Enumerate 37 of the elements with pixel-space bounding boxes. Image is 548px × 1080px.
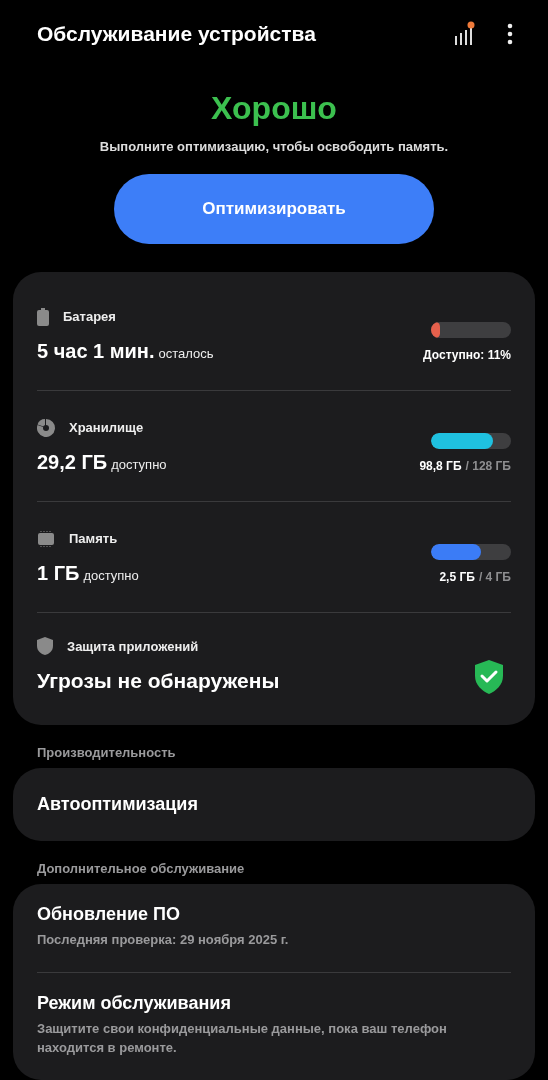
value-text: 1 ГБ: [37, 561, 80, 585]
pie-chart-icon: [37, 418, 55, 437]
value-suffix: осталось: [158, 345, 214, 361]
section-label: Батарея: [63, 309, 116, 325]
section-label: Хранилище: [69, 420, 144, 436]
status-text: Хорошо: [211, 90, 337, 128]
list-item[interactable]: Автооптимизация: [37, 768, 511, 842]
chip-icon: [37, 529, 55, 548]
item-subtitle: Последняя проверка: 29 ноября 2025 г.: [37, 931, 290, 950]
list-item[interactable]: Режим обслуживания Защитите свои конфиденциальные данные, пока ваш телефон находится в ремонте.: [37, 972, 511, 1080]
value-suffix: доступно: [83, 567, 139, 583]
item-title: Режим обслуживания: [37, 993, 232, 1015]
item-subtitle: Защитите свои конфиденциальные данные, пока ваш телефон находится в ремонте.: [37, 1020, 448, 1058]
battery-icon: [37, 307, 49, 326]
section-header: Дополнительное обслуживание: [36, 860, 246, 879]
section-header: Производительность: [36, 744, 177, 763]
total-amount: / 4 ГБ: [478, 570, 511, 585]
value-text: 5 час 1 мин.: [37, 339, 155, 363]
used-amount: 2,5 ГБ: [439, 570, 475, 585]
shield-check-icon: [475, 660, 503, 695]
reading-text: Доступно: 11%: [423, 348, 511, 363]
section-label: Память: [69, 531, 118, 547]
list-item[interactable]: Обновление ПО Последняя проверка: 29 ноября 2025 г.: [37, 884, 511, 973]
shield-icon: [37, 637, 53, 656]
signal-bars-icon[interactable]: [453, 21, 477, 48]
status-message: Выполните оптимизацию, чтобы освободить память.: [99, 139, 449, 155]
item-title: Автооптимизация: [37, 794, 199, 816]
value-text: Угрозы не обнаружены: [37, 669, 280, 694]
used-amount: 98,8 ГБ: [419, 459, 462, 474]
optimize-button[interactable]: Оптимизировать: [114, 174, 434, 245]
screen-title: Обслуживание устройства: [37, 22, 316, 47]
total-amount: / 128 ГБ: [465, 459, 511, 474]
item-title: Обновление ПО: [37, 904, 181, 926]
value-suffix: доступно: [111, 456, 167, 472]
more-options-icon[interactable]: [507, 23, 513, 46]
value-text: 29,2 ГБ: [37, 450, 108, 474]
section-label: Защита приложений: [67, 638, 199, 654]
